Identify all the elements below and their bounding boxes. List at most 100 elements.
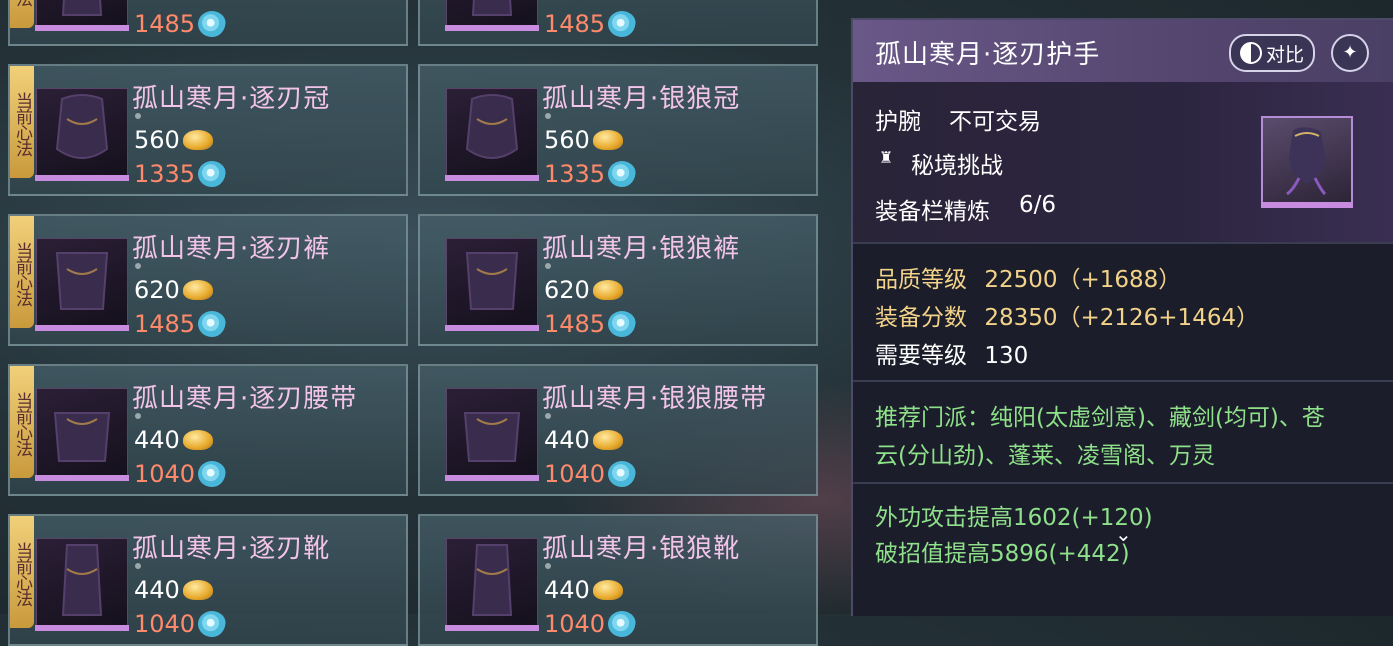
gold-price-row: 440 xyxy=(134,576,213,604)
jade-currency-icon xyxy=(608,11,637,37)
jade-currency-icon xyxy=(198,161,227,187)
equipment-thumbnail xyxy=(35,388,129,481)
slot-type: 护腕 xyxy=(875,109,921,135)
equipment-thumbnail xyxy=(35,0,129,31)
jade-price: 1040 xyxy=(544,460,606,488)
gold-price-row: 560 xyxy=(544,126,623,154)
current-mode-badge: 当前心法 xyxy=(10,66,34,178)
jade-price: 1485 xyxy=(134,310,196,338)
refine-value: 6/6 xyxy=(1019,192,1057,218)
equipment-thumbnail xyxy=(445,238,539,331)
name-bullet xyxy=(545,263,551,269)
score-label: 装备分数 xyxy=(875,305,967,331)
score-row: 装备分数 28350（+2126+1464） xyxy=(875,298,1259,332)
equipment-thumbnail xyxy=(445,388,539,481)
jade-currency-icon xyxy=(198,461,227,487)
level-value: 130 xyxy=(984,343,1029,369)
gold-ingot-icon xyxy=(592,130,623,150)
gold-price-row: 620 xyxy=(544,276,623,304)
share-icon[interactable]: ✦ xyxy=(1331,34,1369,72)
name-bullet xyxy=(545,563,551,569)
attribute-attack: 外功攻击提高1602(+120) xyxy=(875,505,1153,531)
item-title: 孤山寒月·逐刃护手 xyxy=(875,40,1101,70)
jade-currency-icon xyxy=(608,161,637,187)
trade-status: 不可交易 xyxy=(949,109,1041,135)
name-bullet xyxy=(135,413,141,419)
equipment-name: 孤山寒月·逐刃腰带 xyxy=(132,384,358,414)
item-source: 秘境挑战 xyxy=(911,153,1003,179)
gold-price: 440 xyxy=(134,576,180,604)
compare-button[interactable]: 对比 xyxy=(1229,34,1315,72)
equipment-name: 孤山寒月·逐刃冠 xyxy=(132,84,331,114)
jade-currency-icon xyxy=(608,311,637,337)
equipment-name: 孤山寒月·银狼腰带 xyxy=(542,384,768,414)
gold-price-row: 440 xyxy=(134,426,213,454)
equipment-card[interactable]: 当前心法 1485 xyxy=(8,0,408,46)
level-label: 需要等级 xyxy=(875,343,967,369)
jade-price: 1040 xyxy=(544,610,606,638)
equipment-card[interactable]: 当前心法 孤山寒月·逐刃裤 620 1485 xyxy=(8,214,408,346)
gold-price: 620 xyxy=(544,276,590,304)
gold-ingot-icon xyxy=(592,280,623,300)
recommend-line-1: 推荐门派：纯阳(太虚剑意)、藏剑(均可)、苍 xyxy=(875,405,1325,431)
gold-ingot-icon xyxy=(182,280,213,300)
quality-label: 品质等级 xyxy=(875,267,967,293)
equipment-card[interactable]: 当前心法 孤山寒月·逐刃冠 560 1335 xyxy=(8,64,408,196)
gold-price: 440 xyxy=(544,576,590,604)
current-mode-badge: 当前心法 xyxy=(10,366,34,478)
scroll-down-icon[interactable]: ⌄ xyxy=(1115,522,1132,546)
equipment-name: 孤山寒月·逐刃靴 xyxy=(132,534,331,564)
gold-price: 560 xyxy=(134,126,180,154)
current-mode-badge: 当前心法 xyxy=(10,0,34,28)
gold-ingot-icon xyxy=(182,430,213,450)
equipment-card[interactable]: 孤山寒月·银狼靴 440 1040 xyxy=(418,514,818,646)
equipment-card[interactable]: 孤山寒月·银狼冠 560 1335 xyxy=(418,64,818,196)
jade-price: 1485 xyxy=(544,310,606,338)
gold-ingot-icon xyxy=(592,580,623,600)
equipment-name: 孤山寒月·银狼靴 xyxy=(542,534,741,564)
jade-price-row: 1335 xyxy=(134,160,227,188)
name-bullet xyxy=(135,263,141,269)
jade-price-row: 1040 xyxy=(134,460,227,488)
jade-currency-icon xyxy=(198,611,227,637)
jade-price: 1040 xyxy=(134,460,196,488)
jade-price: 1485 xyxy=(544,10,606,38)
equipment-thumbnail xyxy=(445,88,539,181)
contrast-icon xyxy=(1239,42,1262,64)
equipment-card[interactable]: 1485 xyxy=(418,0,818,46)
level-row: 需要等级 130 xyxy=(875,336,1028,370)
gold-ingot-icon xyxy=(592,430,623,450)
quality-value: 22500（+1688） xyxy=(984,267,1182,293)
name-bullet xyxy=(545,113,551,119)
current-mode-badge: 当前心法 xyxy=(10,216,34,328)
equipment-card[interactable]: 当前心法 孤山寒月·逐刃靴 440 1040 xyxy=(8,514,408,646)
gold-price: 440 xyxy=(134,426,180,454)
current-mode-badge: 当前心法 xyxy=(10,516,34,628)
score-value: 28350（+2126+1464） xyxy=(984,305,1260,331)
equipment-thumbnail xyxy=(35,88,129,181)
equipment-card[interactable]: 孤山寒月·银狼裤 620 1485 xyxy=(418,214,818,346)
jade-price-row: 1485 xyxy=(134,10,227,38)
item-detail-panel: 孤山寒月·逐刃护手 对比 ✦ 护腕 不可交易 ♜ 秘境挑战 装备栏精炼 6/6 … xyxy=(851,18,1393,616)
gold-price-row: 560 xyxy=(134,126,213,154)
source-icon: ♜ xyxy=(879,148,894,167)
jade-price: 1485 xyxy=(134,10,196,38)
equipment-card[interactable]: 当前心法 孤山寒月·逐刃腰带 440 1040 xyxy=(8,364,408,496)
equipment-thumbnail xyxy=(35,538,129,631)
equipment-name: 孤山寒月·逐刃裤 xyxy=(132,234,331,264)
item-icon xyxy=(1261,116,1353,208)
gold-ingot-icon xyxy=(182,130,213,150)
gold-price-row: 440 xyxy=(544,426,623,454)
jade-currency-icon xyxy=(198,11,227,37)
equipment-thumbnail xyxy=(35,238,129,331)
jade-price: 1335 xyxy=(544,160,606,188)
jade-currency-icon xyxy=(608,461,637,487)
name-bullet xyxy=(545,413,551,419)
equipment-card[interactable]: 孤山寒月·银狼腰带 440 1040 xyxy=(418,364,818,496)
gold-price: 440 xyxy=(544,426,590,454)
gold-price-row: 440 xyxy=(544,576,623,604)
equipment-name: 孤山寒月·银狼冠 xyxy=(542,84,741,114)
name-bullet xyxy=(135,113,141,119)
jade-currency-icon xyxy=(608,611,637,637)
equipment-thumbnail xyxy=(445,0,539,31)
